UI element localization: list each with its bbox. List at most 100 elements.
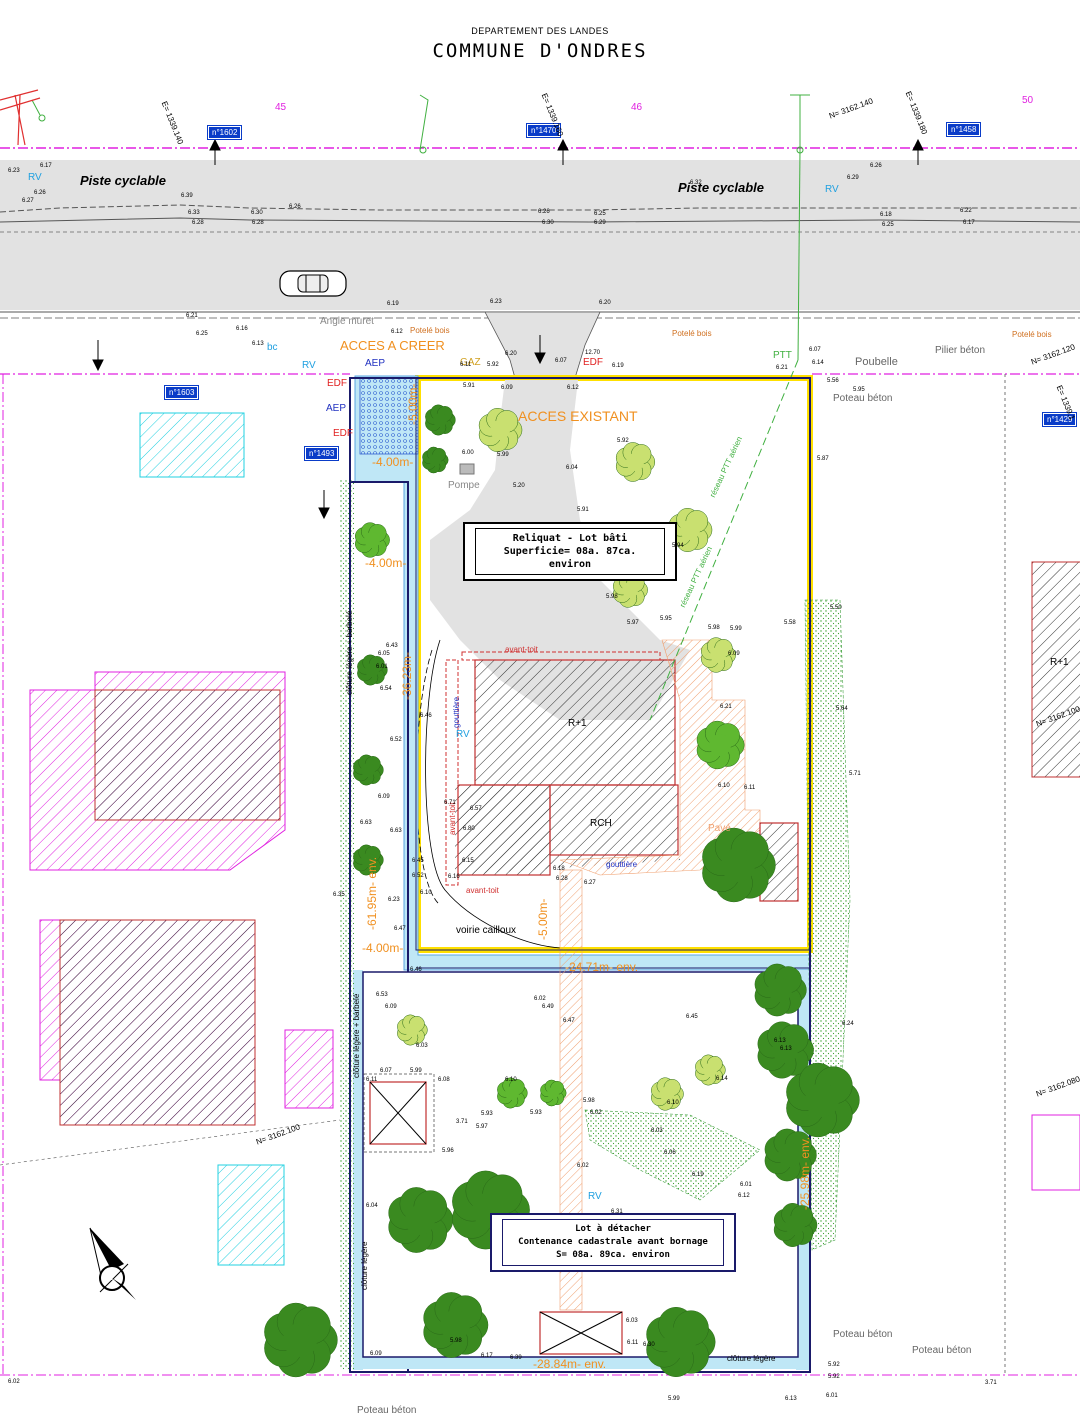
spot-height-label: 6.23 xyxy=(388,897,400,903)
spot-height-label: 6.28 xyxy=(192,220,204,226)
parcel-badge: n°1602 xyxy=(206,125,243,140)
spot-height-label: 6.12 xyxy=(391,329,403,335)
pump-label: Pompe xyxy=(448,480,480,491)
spot-height-label: 6.54 xyxy=(380,686,392,692)
spot-height-label: 6.27 xyxy=(22,198,34,204)
rv-label: RV xyxy=(28,172,42,183)
spot-height-label: 6.03 xyxy=(416,1043,428,1049)
paving-label: Pavé xyxy=(708,823,731,834)
dimension-label: -5.00m- xyxy=(406,383,420,425)
spot-height-label: 6.02 xyxy=(577,1163,589,1169)
spot-height-label: 6.01 xyxy=(740,1182,752,1188)
bin-label: Poubelle xyxy=(855,356,898,368)
gutter-label: gouttière xyxy=(606,860,638,869)
spot-height-label: 5.99 xyxy=(668,1396,680,1402)
rv-label: RV xyxy=(825,184,839,195)
parcel-badge: n°1458 xyxy=(945,122,982,137)
spot-height-label: 6.53 xyxy=(376,992,388,998)
lot-reliquat-title: Reliquat - Lot bâti xyxy=(512,533,628,544)
spot-height-label: 6.22 xyxy=(960,208,972,214)
road-label-left: Piste cyclable xyxy=(80,173,166,188)
spot-height-label: 6.11 xyxy=(366,1077,378,1083)
spot-height-label: 5.99 xyxy=(497,452,509,458)
spot-height-label: 5.97 xyxy=(476,1124,488,1130)
spot-height-label: 6.30 xyxy=(251,210,263,216)
spot-height-label: 6.25 xyxy=(196,331,208,337)
fence-label: clôture légère + barbelé xyxy=(345,610,354,695)
spot-height-label: 6.20 xyxy=(505,351,517,357)
spot-height-label: 5.56 xyxy=(827,378,839,384)
north-arrow-icon xyxy=(89,1227,136,1300)
spot-height-label: 6.63 xyxy=(360,820,372,826)
spot-height-label: 6.14 xyxy=(716,1076,728,1082)
fence-label: clôture légère xyxy=(360,1241,369,1290)
floor-label: R+1 xyxy=(1050,657,1069,668)
edf-label: EDF xyxy=(327,378,347,389)
spot-height-label: 6.23 xyxy=(8,168,20,174)
spot-height-label: 6.09 xyxy=(378,794,390,800)
spot-height-label: 6.43 xyxy=(386,643,398,649)
wooden-post-label: Potelé bois xyxy=(410,326,450,335)
spot-height-label: 5.92 xyxy=(828,1362,840,1368)
spot-height-label: 6.46 xyxy=(410,967,422,973)
spot-height-label: 6.18 xyxy=(553,866,565,872)
spot-height-label: 6.05 xyxy=(378,651,390,657)
dimension-label: -4.00m- xyxy=(365,556,407,570)
spot-height-label: 5.87 xyxy=(817,456,829,462)
spot-height-label: 6.01 xyxy=(376,664,388,670)
commune-title: COMMUNE D'ONDRES xyxy=(432,40,648,62)
spot-height-label: 6.02 xyxy=(534,996,546,1002)
tree-icon xyxy=(357,654,388,686)
floor-label: R+1 xyxy=(568,718,587,729)
fence-label: clôture légère xyxy=(727,1354,776,1363)
tree-icon xyxy=(264,1302,338,1378)
spot-height-label: 6.13 xyxy=(780,1046,792,1052)
concrete-post-label: Poteau béton xyxy=(912,1345,972,1356)
section-number: 45 xyxy=(275,102,287,113)
spot-height-label: 6.17 xyxy=(963,220,975,226)
spot-height-label: 6.09 xyxy=(501,385,513,391)
spot-height-label: 5.95 xyxy=(853,387,865,393)
spot-height-label: 6.26 xyxy=(538,209,550,215)
ptt-label: PTT xyxy=(773,350,792,361)
rv-label: RV xyxy=(456,729,470,740)
spot-height-label: 5.91 xyxy=(463,383,475,389)
spot-height-label: 6.04 xyxy=(566,465,578,471)
eave-label: avant-toit xyxy=(505,645,538,654)
spot-height-label: 5.96 xyxy=(442,1148,454,1154)
spot-height-label: 6.28 xyxy=(252,220,264,226)
spot-height-label: 6.80 xyxy=(463,826,475,832)
spot-height-label: 6.57 xyxy=(470,806,482,812)
parcel-badge: n°1493 xyxy=(303,446,340,461)
spot-height-label: 5.98 xyxy=(708,625,720,631)
spot-height-label: 6.29 xyxy=(847,175,859,181)
lot-detacher-area: S= 08a. 89ca. environ xyxy=(556,1250,670,1260)
spot-height-label: 5.93 xyxy=(530,1110,542,1116)
spot-height-label: 5.92 xyxy=(828,1374,840,1380)
spot-height-label: 6.26 xyxy=(870,163,882,169)
eave-label: avant-toit xyxy=(448,802,457,835)
fence-label: clôture légère + barbelé xyxy=(352,993,361,1078)
spot-height-label: 6.19 xyxy=(387,301,399,307)
parcel-badge: n°1603 xyxy=(163,385,200,400)
spot-height-label: 5.98 xyxy=(606,594,618,600)
spot-height-label: 6.13 xyxy=(774,1038,786,1044)
access-to-create-label: ACCES A CREER xyxy=(340,338,445,353)
spot-height-label: 6.25 xyxy=(594,211,606,217)
dimension-label: -36.23m- xyxy=(400,651,414,700)
spot-height-label: 6.07 xyxy=(809,347,821,353)
spot-height-label: 6.02 xyxy=(590,1110,602,1116)
floor-label: RCH xyxy=(590,818,612,829)
spot-height-label: 6.18 xyxy=(880,212,892,218)
spot-height-label: 6.15 xyxy=(462,858,474,864)
spot-height-label: 6.47 xyxy=(563,1018,575,1024)
spot-height-label: 6.07 xyxy=(555,358,567,364)
spot-height-label: 6.03 xyxy=(651,1128,663,1134)
spot-height-label: 6.27 xyxy=(584,880,596,886)
spot-height-label: 6.16 xyxy=(236,326,248,332)
spot-height-label: 6.01 xyxy=(826,1393,838,1399)
spot-height-label: 6.63 xyxy=(390,828,402,834)
spot-height-label: 6.52 xyxy=(390,737,402,743)
spot-height-label: 6.02 xyxy=(8,1379,20,1385)
spot-height-label: 6.19 xyxy=(612,363,624,369)
